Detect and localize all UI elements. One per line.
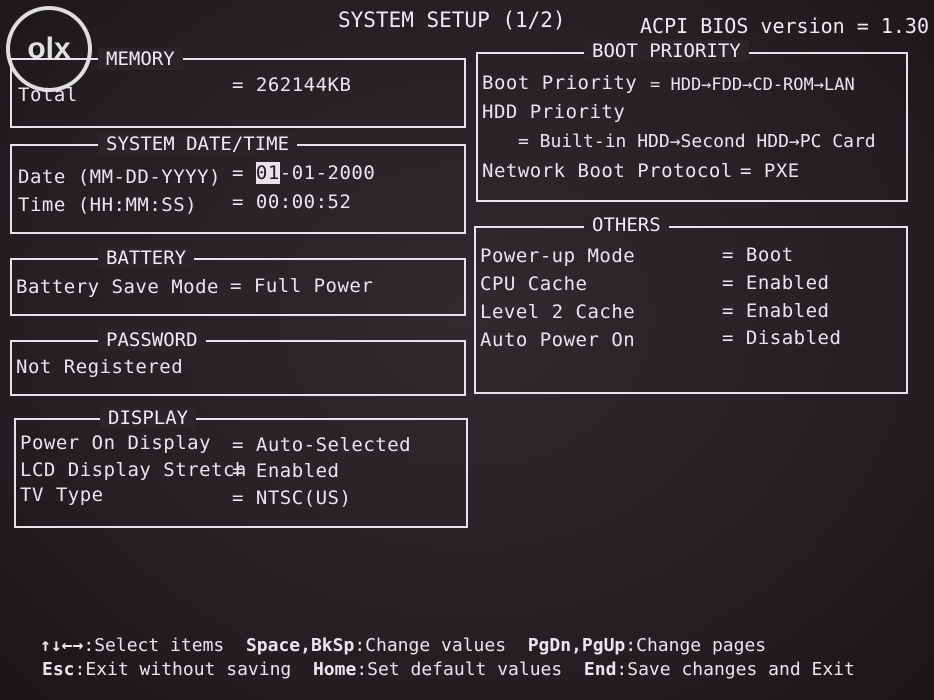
network-boot-label: Network Boot Protocol (482, 160, 733, 182)
auto-power-on-value[interactable]: = Disabled (722, 327, 841, 349)
power-up-mode-value[interactable]: = Boot (722, 244, 794, 266)
cpu-cache-value[interactable]: = Enabled (722, 272, 829, 294)
display-legend: DISPLAY (100, 407, 197, 429)
home-hint-key: Home (312, 659, 357, 680)
l2-cache-label: Level 2 Cache (480, 301, 636, 323)
date-label: Date (MM-DD-YYYY) (18, 166, 221, 188)
others-legend: OTHERS (584, 214, 669, 236)
esc-hint-key: Esc (42, 659, 75, 680)
memory-legend: MEMORY (98, 48, 183, 70)
help-line-1: ↑↓←→:Select items Space,BkSp:Change valu… (40, 636, 766, 656)
password-status[interactable]: Not Registered (16, 356, 183, 378)
esc-hint-desc: :Exit without saving (74, 659, 292, 680)
lcd-stretch-value[interactable]: = Enabled (232, 460, 339, 482)
space-bksp-hint-desc: :Change values (354, 635, 507, 656)
date-value-rest: -01-2000 (279, 162, 376, 184)
hdd-priority-value[interactable]: = Built-in HDD→Second HDD→PC Card (518, 131, 876, 153)
tv-type-label: TV Type (20, 484, 104, 506)
tv-type-value[interactable]: = NTSC(US) (232, 487, 351, 509)
boot-priority-legend: BOOT PRIORITY (584, 40, 749, 62)
datetime-legend: SYSTEM DATE/TIME (98, 133, 298, 155)
power-on-display-label: Power On Display (20, 432, 212, 454)
auto-power-on-label: Auto Power On (480, 329, 636, 351)
l2-cache-value[interactable]: = Enabled (722, 300, 829, 322)
time-label: Time (HH:MM:SS) (18, 194, 198, 216)
page-title: SYSTEM SETUP (1/2) (338, 8, 566, 32)
memory-total-label: Total (18, 84, 78, 106)
space-bksp-hint-key: Space,BkSp (245, 635, 355, 656)
lcd-stretch-label: LCD Display Stretch (20, 459, 247, 481)
pgdn-pgup-hint-desc: :Change pages (625, 635, 767, 656)
help-line-2: Esc:Exit without saving Home:Set default… (42, 660, 855, 680)
datetime-panel (10, 144, 466, 234)
arrow-keys-hint-desc: :Select items (83, 635, 225, 656)
pgdn-pgup-hint-key: PgDn,PgUp (527, 635, 626, 656)
boot-priority-value[interactable]: = HDD→FDD→CD-ROM→LAN (650, 74, 855, 96)
power-up-mode-label: Power-up Mode (480, 245, 636, 267)
hdd-priority-label: HDD Priority (482, 101, 626, 123)
bios-screen: olx SYSTEM SETUP (1/2) ACPI BIOS version… (0, 0, 934, 700)
end-hint-key: End (583, 659, 617, 680)
cpu-cache-label: CPU Cache (480, 273, 588, 295)
end-hint-desc: :Save changes and Exit (616, 659, 855, 680)
password-legend: PASSWORD (98, 329, 206, 351)
home-hint-desc: :Set default values (356, 659, 563, 680)
date-month-cursor[interactable]: 01 (255, 162, 280, 184)
battery-save-mode-label: Battery Save Mode (16, 276, 219, 298)
arrow-keys-hint-key: ↑↓←→ (40, 635, 84, 656)
battery-legend: BATTERY (98, 247, 195, 269)
memory-total-value: = 262144KB (232, 74, 352, 96)
battery-save-mode-value[interactable]: = Full Power (230, 275, 373, 297)
network-boot-value[interactable]: = PXE (740, 160, 800, 182)
date-field[interactable]: = 01-01-2000 (232, 162, 375, 184)
date-equals: = (232, 162, 244, 184)
time-field[interactable]: = 00:00:52 (232, 191, 351, 213)
bios-version: ACPI BIOS version = 1.30 (640, 14, 929, 38)
power-on-display-value[interactable]: = Auto-Selected (232, 434, 411, 456)
boot-priority-label: Boot Priority (482, 72, 638, 94)
